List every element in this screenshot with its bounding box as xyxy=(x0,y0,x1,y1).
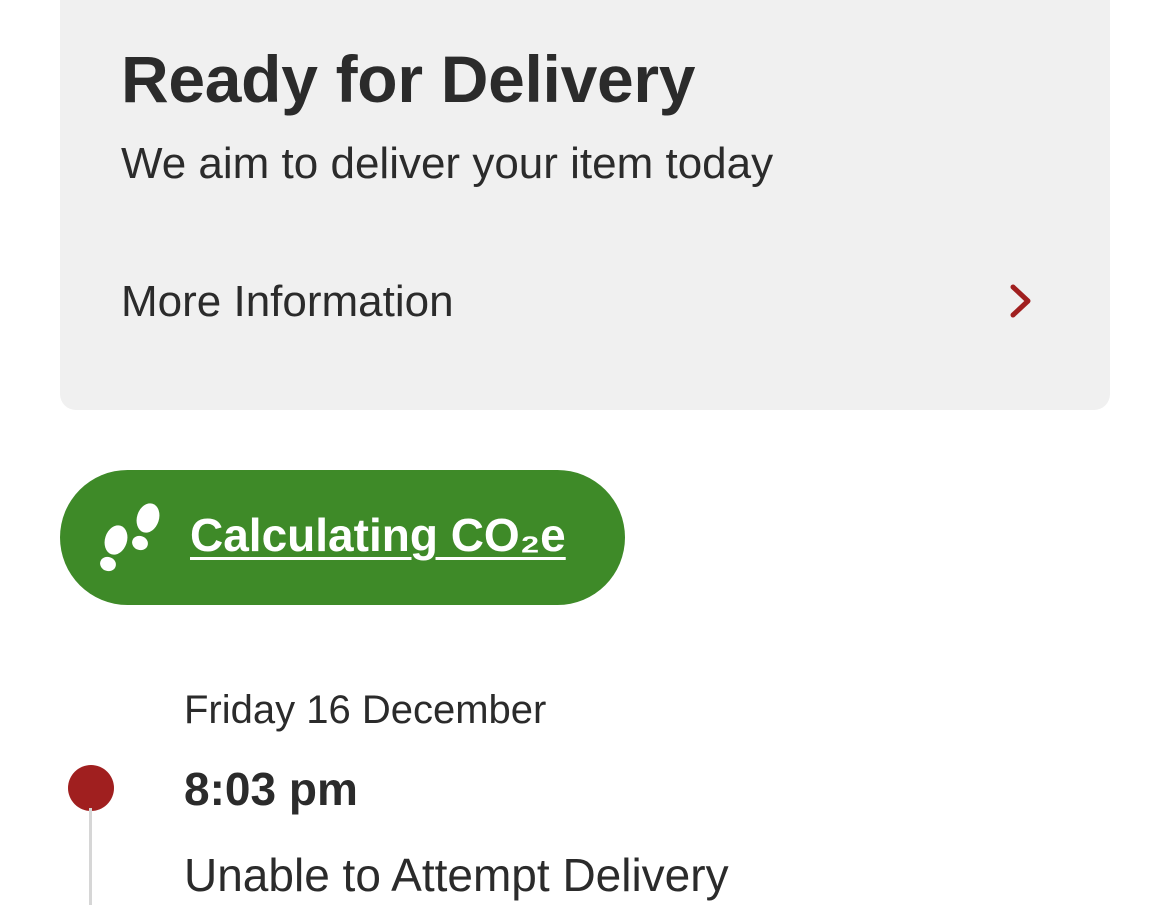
status-title: Ready for Delivery xyxy=(121,42,696,116)
timeline-time: 8:03 pm xyxy=(184,763,358,815)
status-subtitle: We aim to deliver your item today xyxy=(121,139,774,188)
more-information-row[interactable]: More Information xyxy=(60,250,1110,360)
timeline-status-dot xyxy=(68,765,114,811)
timeline-connector xyxy=(89,808,92,905)
timeline-event-description: Unable to Attempt Delivery xyxy=(184,849,729,901)
footprints-icon xyxy=(100,503,160,572)
co2-label: Calculating CO₂e xyxy=(190,509,566,561)
more-information-label: More Information xyxy=(121,277,454,326)
chevron-right-icon xyxy=(1010,284,1031,318)
co2-calculation-button[interactable]: Calculating CO₂e xyxy=(60,470,625,605)
timeline-date: Friday 16 December xyxy=(184,688,547,732)
